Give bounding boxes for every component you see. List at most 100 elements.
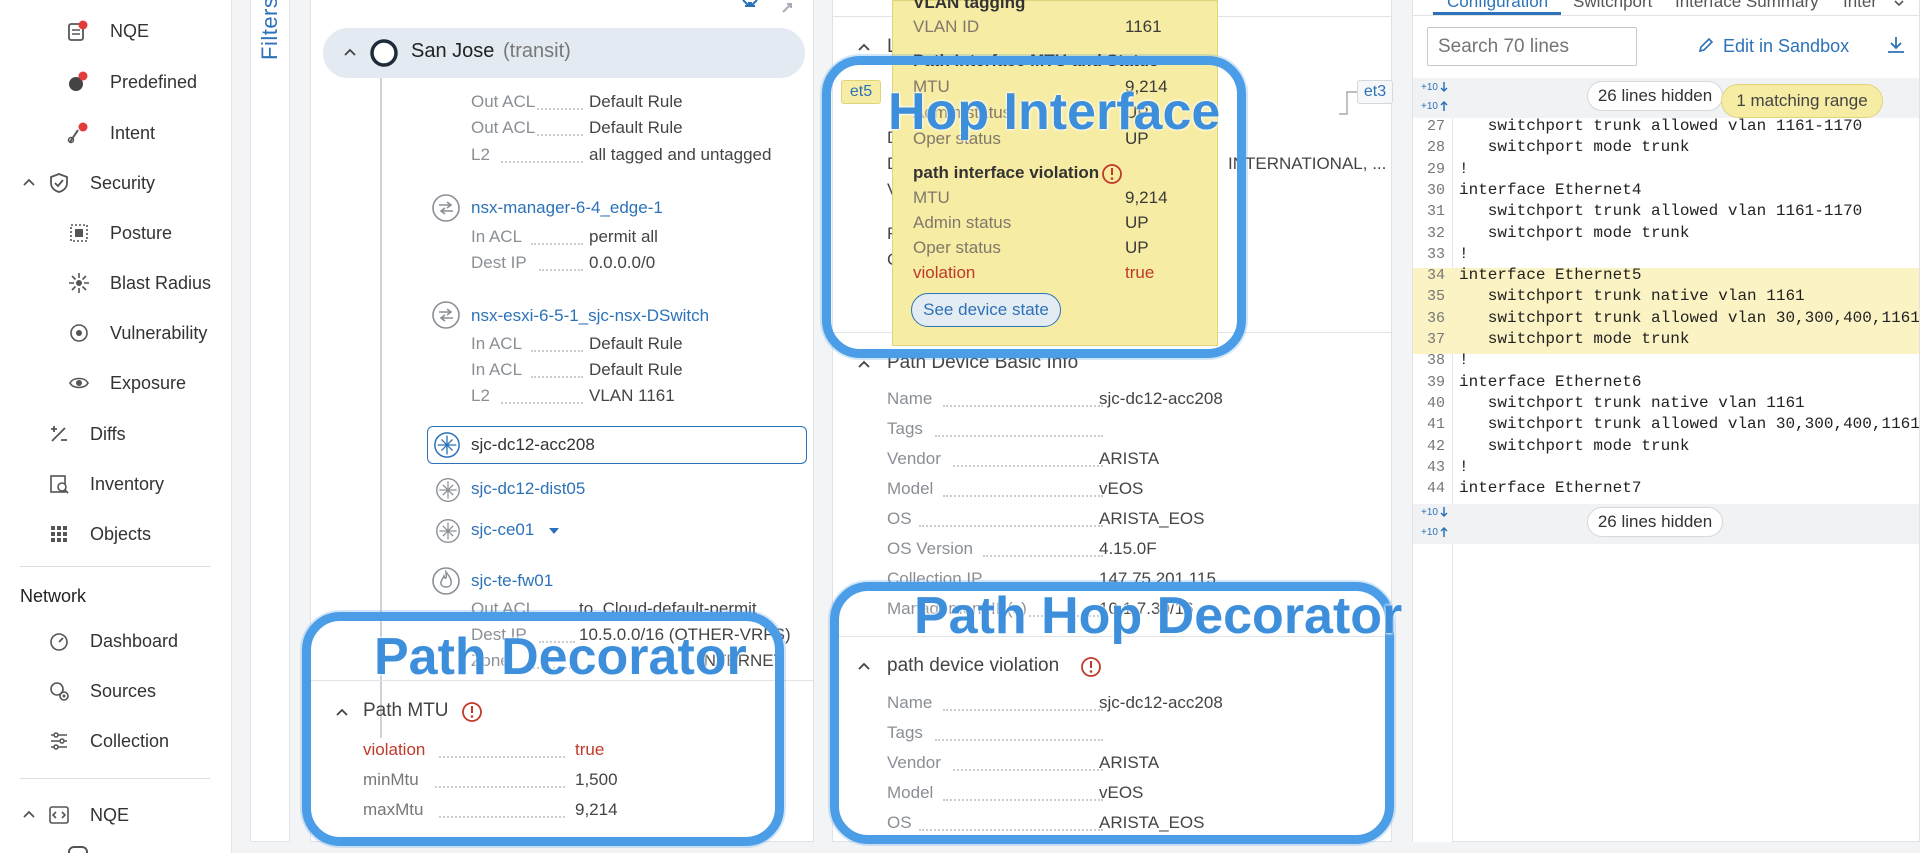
nav-item-predefined[interactable]: Predefined <box>0 57 232 107</box>
row-dots <box>501 161 583 163</box>
row-value: Default Rule <box>589 360 683 379</box>
nav-item-label: Collection <box>90 730 170 751</box>
nav-item-objects[interactable]: Objects <box>0 509 232 559</box>
sources-icon <box>50 682 69 701</box>
row-key: Out ACL <box>471 92 536 111</box>
row-value: vEOS <box>1099 479 1144 498</box>
nav-item-blast-radius[interactable]: Blast Radius <box>0 258 232 308</box>
line-number: 37 <box>1426 331 1445 348</box>
code-lines: 27 switchport trunk allowed vlan 1161-11… <box>1413 0 1919 842</box>
nav-item-exposure[interactable]: Exposure <box>0 358 232 408</box>
code-line: ! <box>1459 159 1469 178</box>
filters-strip[interactable]: Filters <box>250 0 290 842</box>
row-dots <box>531 350 583 352</box>
line-number: 28 <box>1426 139 1445 157</box>
row-value: sjc-dc12-acc208 <box>1099 389 1223 408</box>
row-dots <box>531 243 583 245</box>
row-value: permit all <box>589 227 658 246</box>
nav-group-security[interactable]: Security <box>0 158 232 208</box>
nav-item-label: Dashboard <box>90 630 179 651</box>
row-value: all tagged and untagged <box>589 145 772 164</box>
row-value: Default Rule <box>589 92 683 111</box>
hop-name[interactable]: sjc-ce01 <box>471 520 534 540</box>
expand-icon[interactable] <box>779 0 801 14</box>
nav-item-inventory[interactable]: Inventory <box>0 459 232 509</box>
arrow-up-icon[interactable] <box>1439 526 1449 538</box>
nav-item-collection[interactable]: Collection <box>0 716 232 766</box>
row-key: OS Version <box>887 539 973 558</box>
chevron-up-icon[interactable] <box>857 41 871 55</box>
code-line: switchport trunk allowed vlan 1161-1170 <box>1459 117 1863 135</box>
hop-name[interactable]: sjc-dc12-dist05 <box>471 479 585 499</box>
nav-item-dashboard[interactable]: Dashboard <box>0 616 232 666</box>
tooltip-value: 1161 <box>1125 17 1162 36</box>
hop-name: sjc-dc12-acc208 <box>471 435 595 454</box>
code-line: switchport mode trunk <box>1459 330 1690 348</box>
code-line: interface Ethernet6 <box>1459 372 1642 391</box>
row-value: 0.0.0.0/0 <box>589 253 656 272</box>
line-number: 34 <box>1426 267 1445 285</box>
nav-item-vulnerability[interactable]: Vulnerability <box>0 308 232 358</box>
caret-down-icon[interactable] <box>547 525 561 537</box>
row-key: Vendor <box>887 449 941 468</box>
path-decorator-annotation: Path Decorator <box>374 628 747 686</box>
code-line: interface Ethernet4 <box>1459 180 1642 199</box>
line-number: 39 <box>1426 373 1445 391</box>
nav-item-posture[interactable]: Posture <box>0 208 232 258</box>
tooltip-key: VLAN ID <box>913 17 980 36</box>
nav-item-label: Intent <box>110 122 156 143</box>
hop-name[interactable]: sjc-te-fw01 <box>471 571 553 591</box>
predefined-alert-icon <box>69 71 88 91</box>
hidden-lines-pill[interactable]: 26 lines hidden <box>1587 507 1723 537</box>
nav-item-label: Diffs <box>90 423 126 444</box>
interface-tag-right[interactable]: et3 <box>1357 80 1393 104</box>
nav-item-label: Predefined <box>110 71 198 92</box>
hop-interface-annotation: Hop Interface <box>888 83 1221 141</box>
router-hop-icon <box>434 432 460 458</box>
nav-group-label: Security <box>90 172 156 193</box>
line-number: 29 <box>1426 160 1445 178</box>
site-ring-icon <box>370 39 398 67</box>
row-value: ARISTA <box>1099 449 1160 468</box>
code-icon <box>49 806 69 824</box>
chevron-up-icon <box>23 810 35 818</box>
left-nav: NQE Predefined Intent Security Posture B… <box>0 0 232 853</box>
nav-item-sources[interactable]: Sources <box>0 666 232 716</box>
tooltip-section-title: VLAN tagging <box>913 0 1026 12</box>
nav-item-intent[interactable]: Intent <box>0 108 232 158</box>
row-key: Out ACL <box>471 118 536 137</box>
expand-up-label[interactable]: +10 <box>1421 527 1438 538</box>
nav-divider <box>20 778 210 779</box>
nav-item-label: Objects <box>90 523 152 544</box>
code-line: switchport trunk allowed vlan 1161-1170 <box>1459 202 1863 221</box>
collapse-icon[interactable] <box>739 0 761 14</box>
router-hop-icon <box>436 478 460 502</box>
code-line: ! <box>1459 351 1469 370</box>
nav-item-nqe-predefined[interactable]: NQE <box>0 6 232 56</box>
row-dots <box>983 555 1103 557</box>
row-key: In ACL <box>471 227 523 246</box>
hop-name[interactable]: nsx-esxi-6-5-1_sjc-nsx-DSwitch <box>471 306 709 326</box>
row-key: L2 <box>471 386 490 405</box>
path-hop-decorator-annotation: Path Hop Decorator <box>914 587 1403 645</box>
chevron-up-icon[interactable] <box>857 358 871 372</box>
row-dots <box>539 269 583 271</box>
chevron-up-icon <box>23 178 35 186</box>
hop-name[interactable]: nsx-manager-6-4_edge-1 <box>471 198 663 218</box>
row-dots <box>919 525 1103 527</box>
arrow-down-icon[interactable] <box>1439 506 1449 518</box>
line-number: 31 <box>1426 203 1445 221</box>
intent-alert-icon <box>67 122 88 144</box>
code-line: interface Ethernet7 <box>1459 479 1642 498</box>
row-value: 4.15.0F <box>1099 539 1157 558</box>
filters-label: Filters <box>257 0 282 60</box>
line-number: 35 <box>1426 288 1445 306</box>
code-line: interface Ethernet5 <box>1459 266 1642 285</box>
nav-item-diffs[interactable]: Diffs <box>0 409 232 459</box>
nav-group-nqe[interactable]: NQE <box>0 790 232 840</box>
row-dots <box>537 108 583 110</box>
row-value: ARISTA_EOS <box>1099 509 1205 528</box>
expand-down-label[interactable]: +10 <box>1421 507 1438 518</box>
nav-item-label: NQE <box>110 20 150 41</box>
row-key: OS <box>887 509 912 528</box>
